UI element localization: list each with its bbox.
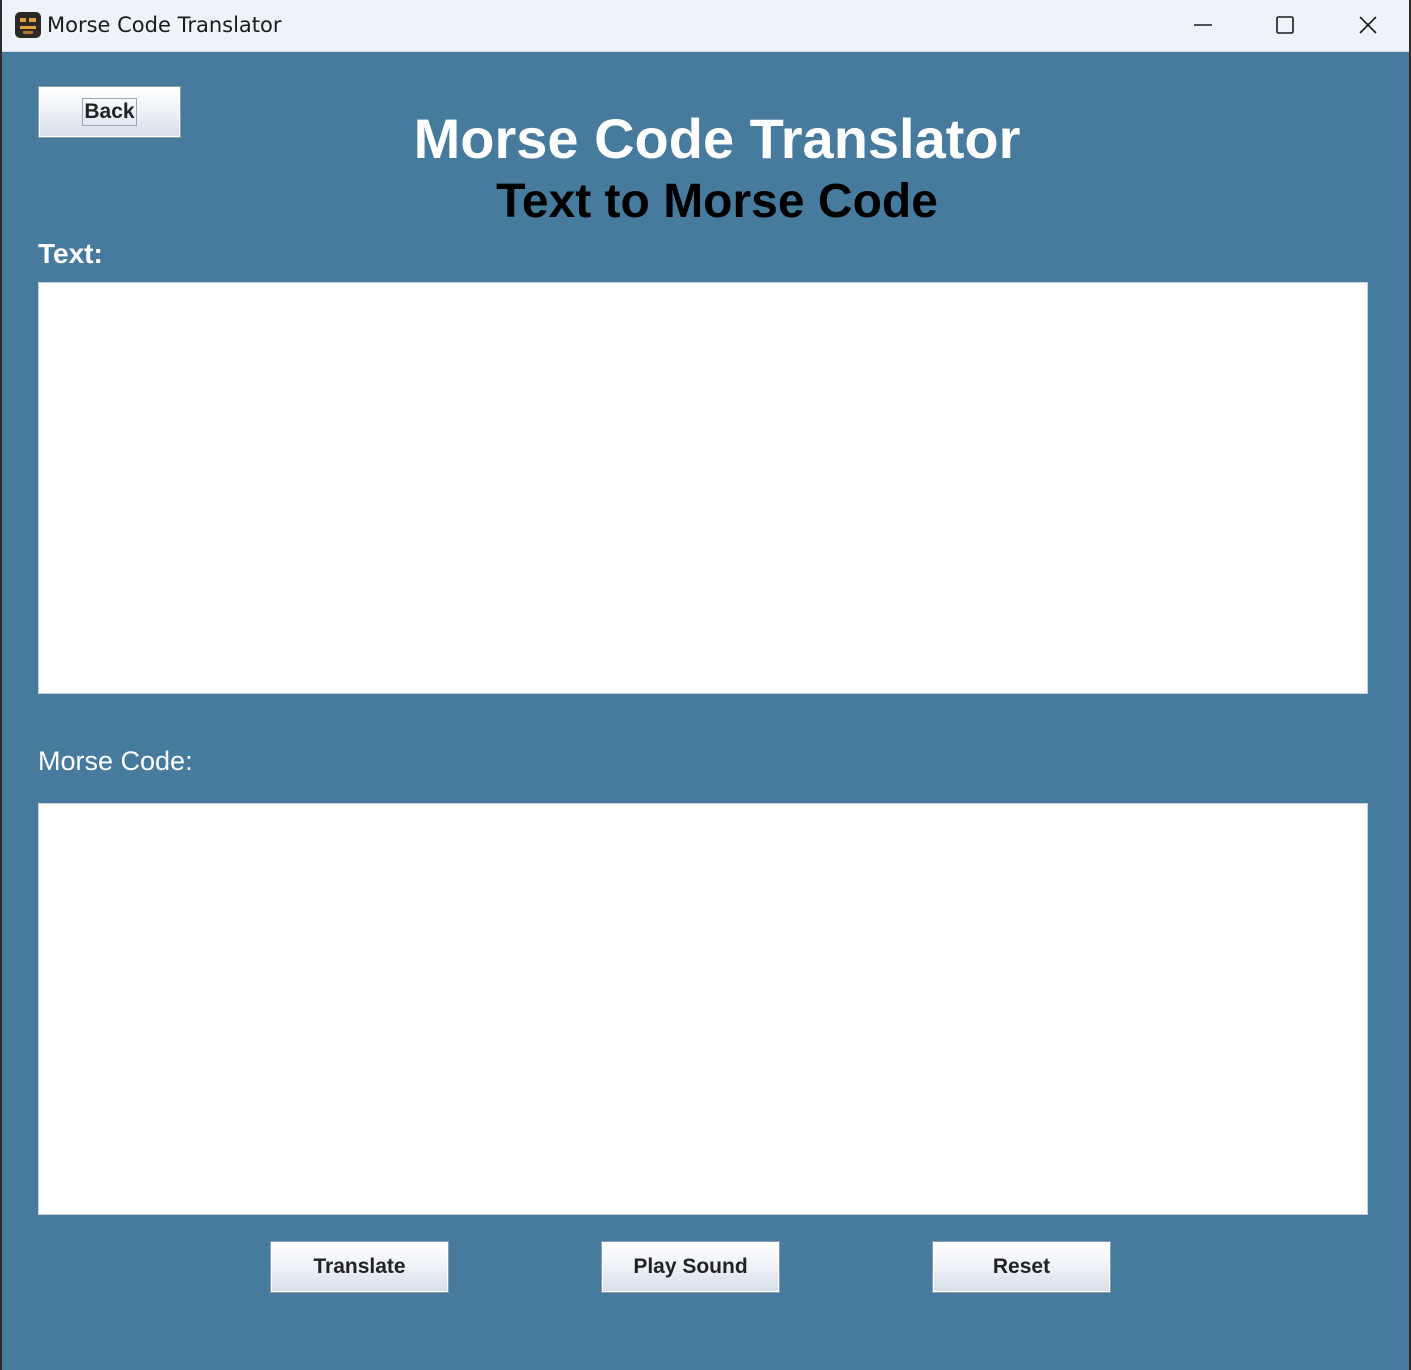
text-label: Text: (38, 238, 103, 269)
app-icon (15, 12, 41, 38)
morse-code-label: Morse Code: (38, 746, 193, 776)
page-subtitle: Text to Morse Code (496, 175, 938, 228)
title-bar[interactable]: Morse Code Translator (2, 0, 1409, 52)
page-title: Morse Code Translator (413, 107, 1021, 170)
play-sound-button[interactable]: Play Sound (601, 1241, 780, 1293)
maximize-icon (1276, 16, 1294, 34)
minimize-button[interactable] (1163, 0, 1243, 50)
reset-button[interactable]: Reset (932, 1241, 1111, 1293)
close-icon (1359, 16, 1377, 34)
maximize-button[interactable] (1245, 0, 1325, 50)
text-input[interactable] (38, 282, 1368, 694)
close-button[interactable] (1328, 0, 1408, 50)
app-window: Morse Code Translator Back Morse Code Tr… (2, 0, 1409, 1370)
translate-button[interactable]: Translate (270, 1241, 449, 1293)
morse-code-output[interactable] (38, 803, 1368, 1215)
minimize-icon (1194, 24, 1212, 26)
window-title: Morse Code Translator (47, 13, 282, 37)
